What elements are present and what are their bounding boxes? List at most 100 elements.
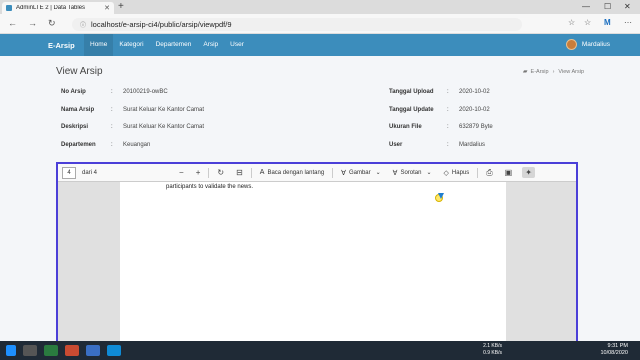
zoom-out-icon[interactable]: − [179,168,184,177]
toolbar-divider [250,167,252,178]
menu-item-user[interactable]: User [224,34,250,56]
app-icon[interactable] [65,345,79,356]
read-aloud-icon: A [259,169,265,176]
pdf-page-text: participants to validate the news. [166,184,254,190]
info-icon[interactable]: ⓘ [80,20,86,29]
detail-value: 2020-10-02 [459,107,490,113]
detail-row: Departemen : Keuangan [61,142,150,148]
app-navbar: E-Arsip Home Kategori Departemen Arsip U… [0,34,640,56]
brand-logo[interactable]: E-Arsip [48,41,75,50]
erase-button[interactable]: ◇ Hapus [444,169,470,177]
detail-row: User : Mardalius [389,142,485,148]
detail-label: Nama Arsip [61,107,95,113]
menu-item-arsip[interactable]: Arsip [197,34,224,56]
detail-row: Nama Arsip : Surat Keluar Ke Kantor Cama… [61,107,204,113]
detail-colon: : [447,107,449,113]
toolbar-divider [477,167,479,178]
menu-item-kategori[interactable]: Kategori [113,34,149,56]
detail-value: Surat Keluar Ke Kantor Camat [123,124,205,130]
menu-item-departemen[interactable]: Departemen [150,34,198,56]
close-window-icon[interactable]: ✕ [624,2,631,11]
clock-date: 10/08/2020 [600,350,628,356]
read-aloud-button[interactable]: A Baca dengan lantang [260,169,324,176]
page-title: View Arsip [56,66,103,77]
browser-tab-strip: AdminLTE 2 | Data Tables ✕ + — ☐ ✕ [0,0,640,14]
highlight-button[interactable]: ∀ Sorotan ⌄ [393,169,432,177]
detail-value: Surat Keluar Ke Kantor Camat [123,107,205,113]
detail-colon: : [447,124,449,130]
eraser-icon: ◇ [443,169,449,177]
detail-value: Keuangan [123,142,151,148]
chevron-down-icon[interactable]: ⌄ [376,169,381,176]
detail-row: Tanggal Upload : 2020-10-02 [389,89,490,95]
app-icon[interactable] [44,345,58,356]
maximize-icon[interactable]: ☐ [604,2,611,11]
detail-value: 2020-10-02 [459,89,490,95]
minimize-icon[interactable]: — [582,2,590,11]
detail-colon: : [111,142,113,148]
dashboard-icon: ▰ [522,69,528,75]
user-menu[interactable]: Mardalius [565,39,610,50]
breadcrumb-item-current: View Arsip [558,68,584,75]
collections-icon[interactable]: ☆ [584,18,591,27]
detail-colon: : [447,89,449,95]
browser-tab[interactable]: AdminLTE 2 | Data Tables ✕ [2,2,114,14]
url-field[interactable]: ⓘ localhost/e-arsip-ci4/public/arsip/vie… [72,18,522,31]
breadcrumb-item-home[interactable]: E-Arsip [531,69,549,75]
page-count: dari 4 [82,169,98,176]
new-tab-button[interactable]: + [118,1,124,12]
rotate-icon[interactable]: ↻ [217,168,224,177]
taskbar: 2.1 KB/s 0.9 KB/s 9:31 PM 10/08/2020 [0,341,640,360]
url-text: localhost/e-arsip-ci4/public/arsip/viewp… [91,20,232,29]
net-up: 2.1 KB/s [483,343,502,349]
back-icon[interactable]: ← [8,18,17,28]
extension-icon[interactable]: M [604,18,611,27]
highlight-icon: ∀ [392,169,398,177]
toolbar-divider [208,167,210,178]
erase-label: Hapus [451,169,470,176]
detail-label: Departemen [61,142,96,148]
detail-row: Deskripsi : Surat Keluar Ke Kantor Camat [61,124,204,130]
start-icon[interactable] [6,345,16,356]
detail-colon: : [111,89,113,95]
mouse-pointer-icon [438,193,444,199]
pin-icon[interactable]: ✦ [522,167,535,178]
detail-label: Deskripsi [61,124,89,130]
pdf-viewer: 4 dari 4 − + ↻ ⊟ A Baca dengan lantang ∀… [56,162,578,352]
draw-button[interactable]: ∀ Gambar ⌄ [341,169,381,177]
close-tab-icon[interactable]: ✕ [104,4,110,12]
tab-title: AdminLTE 2 | Data Tables [16,5,86,11]
reload-icon[interactable]: ↻ [48,18,56,29]
fit-page-icon[interactable]: ⊟ [236,168,243,177]
favorite-icon[interactable]: ☆ [568,18,575,27]
read-aloud-label: Baca dengan lantang [267,169,325,176]
highlight-label: Sorotan [400,169,422,176]
search-icon[interactable] [23,345,37,356]
network-speed: 2.1 KB/s 0.9 KB/s [483,343,502,357]
toolbar-divider [332,167,334,178]
user-name: Mardalius [581,41,610,48]
save-icon[interactable]: ▣ [505,168,513,177]
detail-label: Ukuran File [389,124,422,130]
address-bar-row: ← → ↻ ⓘ localhost/e-arsip-ci4/public/ars… [0,14,640,34]
favicon-icon [6,5,12,11]
pdf-page: participants to validate the news. [120,182,506,352]
detail-value: Mardalius [459,142,486,148]
avatar [565,39,577,50]
clock[interactable]: 9:31 PM 10/08/2020 [600,343,628,357]
menu-item-home[interactable]: Home [84,34,114,56]
page-number-input[interactable]: 4 [62,166,76,179]
chevron-down-icon[interactable]: ⌄ [426,169,431,176]
main-menu: Home Kategori Departemen Arsip User [84,34,250,56]
more-icon[interactable]: ⋯ [624,18,632,27]
app-icon[interactable] [86,345,100,356]
pdf-toolbar: 4 dari 4 − + ↻ ⊟ A Baca dengan lantang ∀… [58,164,576,182]
detail-label: No Arsip [61,89,86,95]
edge-icon[interactable] [107,345,121,356]
print-icon[interactable]: ⎙ [486,168,492,178]
draw-label: Gambar [348,169,371,176]
forward-icon[interactable]: → [28,18,37,28]
breadcrumb-separator: › [552,68,555,75]
detail-row: Tanggal Update : 2020-10-02 [389,107,490,113]
zoom-in-icon[interactable]: + [196,168,201,177]
